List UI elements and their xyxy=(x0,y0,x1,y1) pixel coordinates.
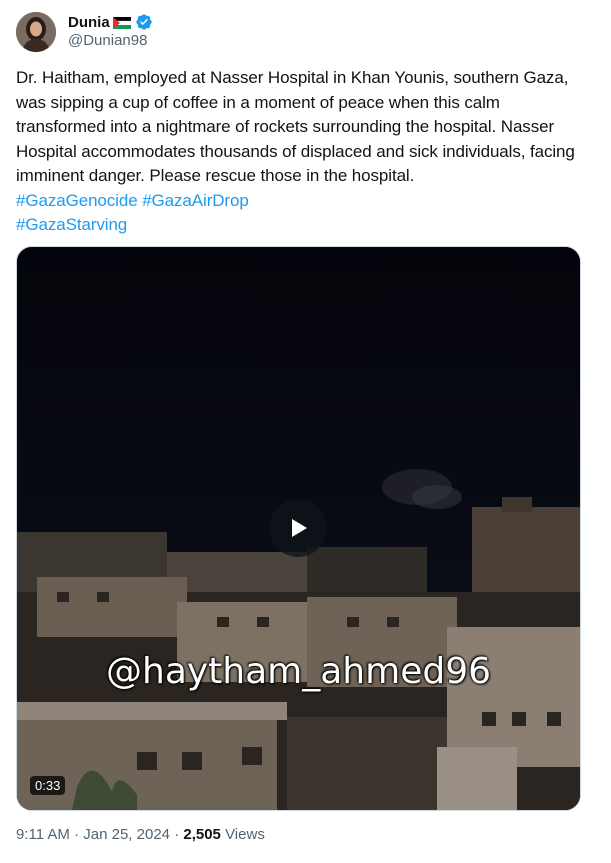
hashtag-link[interactable]: #GazaStarving xyxy=(16,215,127,234)
author-name-row: Dunia xyxy=(68,12,153,32)
video-player[interactable]: @haytham_ahmed96 0:33 xyxy=(16,246,581,811)
tweet-text: Dr. Haitham, employed at Nasser Hospital… xyxy=(16,66,586,238)
author-handle[interactable]: @Dunian98 xyxy=(68,32,147,49)
views-label: Views xyxy=(225,826,265,843)
play-button[interactable] xyxy=(269,499,327,557)
tweet-date[interactable]: Jan 25, 2024 xyxy=(83,826,170,843)
views-count[interactable]: 2,505 xyxy=(183,826,221,843)
play-icon xyxy=(292,519,307,537)
meta-separator: · xyxy=(174,826,180,843)
video-duration-badge: 0:33 xyxy=(30,776,66,795)
hashtag-link[interactable]: #GazaAirDrop xyxy=(142,191,249,210)
tweet: Dunia @Dunian98 Dr. Haitham, employed at… xyxy=(0,0,611,863)
video-watermark: @haytham_ahmed96 xyxy=(106,651,491,692)
hashtag-link[interactable]: #GazaGenocide xyxy=(16,191,138,210)
meta-separator: · xyxy=(74,826,80,843)
author-name[interactable]: Dunia xyxy=(68,14,110,31)
tweet-body: Dr. Haitham, employed at Nasser Hospital… xyxy=(16,68,575,185)
tweet-time[interactable]: 9:11 AM xyxy=(16,826,70,843)
tweet-metadata: 9:11 AM · Jan 25, 2024 · 2,505 Views xyxy=(16,826,265,843)
verified-badge-icon[interactable] xyxy=(135,13,153,31)
palestine-flag-icon xyxy=(112,16,131,29)
avatar[interactable] xyxy=(16,12,56,52)
